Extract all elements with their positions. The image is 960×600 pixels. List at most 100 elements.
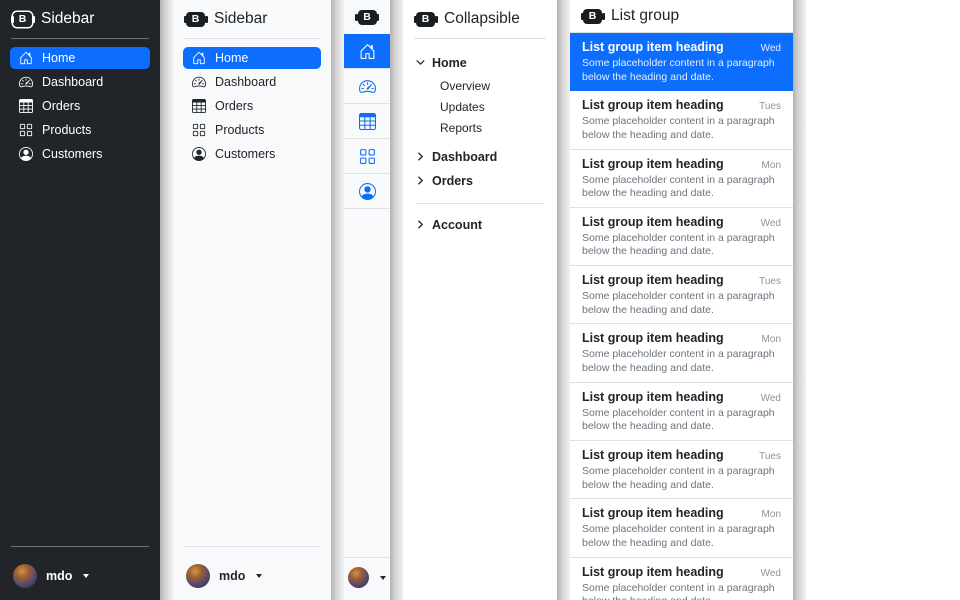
bootstrap-logo-icon: B xyxy=(186,12,205,27)
brand-title: List group xyxy=(611,7,679,25)
list-item-header-row: List group item heading Tues xyxy=(582,98,781,113)
tree-item-label: Dashboard xyxy=(432,150,497,164)
list-item-heading: List group item heading xyxy=(582,215,724,230)
table-icon xyxy=(19,99,33,113)
brand-header[interactable]: B List group xyxy=(570,0,793,33)
list-item-header-row: List group item heading Wed xyxy=(582,40,781,55)
list-item-header-row: List group item heading Wed xyxy=(582,390,781,405)
list-item-date: Mon xyxy=(762,160,781,171)
list-item-body: Some placeholder content in a paragraph … xyxy=(582,348,779,375)
sidebar-item-label: Products xyxy=(215,123,264,137)
brand-header[interactable]: B xyxy=(344,0,390,34)
list-item-date: Wed xyxy=(761,218,781,229)
list-item-heading: List group item heading xyxy=(582,565,724,580)
user-dropdown[interactable]: mdo xyxy=(0,555,160,600)
user-dropdown[interactable]: mdo xyxy=(173,555,331,600)
list-group-item[interactable]: List group item heading Wed Some placeho… xyxy=(570,33,793,91)
sidebar-item[interactable]: Products xyxy=(183,119,321,141)
sidebar-icon-item[interactable] xyxy=(344,139,390,174)
list-group-item[interactable]: List group item heading Wed Some placeho… xyxy=(570,558,793,600)
list-group-item[interactable]: List group item heading Tues Some placeh… xyxy=(570,91,793,149)
list-item-header-row: List group item heading Mon xyxy=(582,506,781,521)
sidebar-item[interactable]: Orders xyxy=(10,95,150,117)
bootstrap-logo-icon: B xyxy=(416,12,435,27)
house-icon xyxy=(192,51,206,65)
sidebar-list-group: B List group List group item heading Wed… xyxy=(570,0,793,600)
sidebar-item[interactable]: Products xyxy=(10,119,150,141)
list-item-header-row: List group item heading Tues xyxy=(582,273,781,288)
scrollbar[interactable] xyxy=(793,0,806,600)
list-item-header-row: List group item heading Wed xyxy=(582,565,781,580)
icon-nav xyxy=(344,34,390,209)
user-block: mdo xyxy=(173,546,331,600)
house-icon xyxy=(19,51,33,65)
sidebar-item[interactable]: Home xyxy=(10,47,150,69)
list-item-heading: List group item heading xyxy=(582,448,724,463)
sidebar-item-label: Dashboard xyxy=(215,75,276,89)
tree-sub-item[interactable]: Reports xyxy=(440,118,544,139)
sidebar-icon-item[interactable] xyxy=(344,34,390,69)
sidebar-icon-item[interactable] xyxy=(344,69,390,104)
tree-item-label: Orders xyxy=(432,174,473,188)
list-item-header-row: List group item heading Tues xyxy=(582,448,781,463)
list-group-item[interactable]: List group item heading Mon Some placeho… xyxy=(570,499,793,557)
tree-item-orders[interactable]: Orders xyxy=(416,169,544,193)
avatar xyxy=(186,564,210,588)
list-item-heading: List group item heading xyxy=(582,331,724,346)
list-item-heading: List group item heading xyxy=(582,157,724,172)
tree-item-account[interactable]: Account xyxy=(416,213,544,237)
sidebar-item-label: Orders xyxy=(42,99,80,113)
scrollbar[interactable] xyxy=(390,0,403,600)
avatar xyxy=(13,564,37,588)
list-item-heading: List group item heading xyxy=(582,390,724,405)
sidebar-nav: Home Dashboard Orders Products xyxy=(173,47,331,546)
sidebar-item-label: Customers xyxy=(215,147,275,161)
list-group-item[interactable]: List group item heading Tues Some placeh… xyxy=(570,266,793,324)
sidebar-item[interactable]: Customers xyxy=(10,143,150,165)
sidebar-item-label: Orders xyxy=(215,99,253,113)
person-circle-icon xyxy=(192,147,206,161)
brand-header[interactable]: B Collapsible xyxy=(403,0,557,38)
tree-item-dashboard[interactable]: Dashboard xyxy=(416,145,544,169)
list-group-item[interactable]: List group item heading Wed Some placeho… xyxy=(570,208,793,266)
sidebar-item[interactable]: Dashboard xyxy=(183,71,321,93)
username: mdo xyxy=(219,569,245,583)
list-item-date: Mon xyxy=(762,334,781,345)
bootstrap-logo-icon: B xyxy=(358,10,377,25)
brand-header[interactable]: B Sidebar xyxy=(0,0,160,38)
table-icon xyxy=(192,99,206,113)
empty-area xyxy=(806,0,960,600)
divider xyxy=(184,38,320,39)
sidebar-item-label: Products xyxy=(42,123,91,137)
brand-header[interactable]: B Sidebar xyxy=(173,0,331,38)
tree-sub-item[interactable]: Updates xyxy=(440,97,544,118)
sidebar-icon-item[interactable] xyxy=(344,104,390,139)
list-group-item[interactable]: List group item heading Wed Some placeho… xyxy=(570,383,793,441)
sidebar-item[interactable]: Customers xyxy=(183,143,321,165)
tree-sub-item[interactable]: Overview xyxy=(440,76,544,97)
sidebars-examples-page: B Sidebar Home Dashboard Orders xyxy=(0,0,960,600)
user-dropdown[interactable] xyxy=(344,557,390,600)
grid-icon xyxy=(359,148,376,165)
scrollbar[interactable] xyxy=(160,0,173,600)
list-group: List group item heading Wed Some placeho… xyxy=(570,33,793,600)
list-item-heading: List group item heading xyxy=(582,98,724,113)
tree-item-label: Account xyxy=(432,218,482,232)
list-group-item[interactable]: List group item heading Tues Some placeh… xyxy=(570,441,793,499)
sidebar-icon-item[interactable] xyxy=(344,174,390,209)
grid-icon xyxy=(192,123,206,137)
list-item-date: Wed xyxy=(761,568,781,579)
tree-sub-list: Overview Updates Reports xyxy=(416,75,544,145)
divider xyxy=(11,546,149,547)
chevron-right-icon xyxy=(416,176,425,185)
sidebar-item[interactable]: Orders xyxy=(183,95,321,117)
sidebar-item[interactable]: Home xyxy=(183,47,321,69)
list-group-item[interactable]: List group item heading Mon Some placeho… xyxy=(570,150,793,208)
sidebar-item[interactable]: Dashboard xyxy=(10,71,150,93)
list-group-item[interactable]: List group item heading Mon Some placeho… xyxy=(570,324,793,382)
scrollbar[interactable] xyxy=(331,0,344,600)
scrollbar[interactable] xyxy=(557,0,570,600)
tree-item-home[interactable]: Home xyxy=(416,51,544,75)
caret-down-icon xyxy=(256,574,262,578)
list-item-header-row: List group item heading Wed xyxy=(582,215,781,230)
